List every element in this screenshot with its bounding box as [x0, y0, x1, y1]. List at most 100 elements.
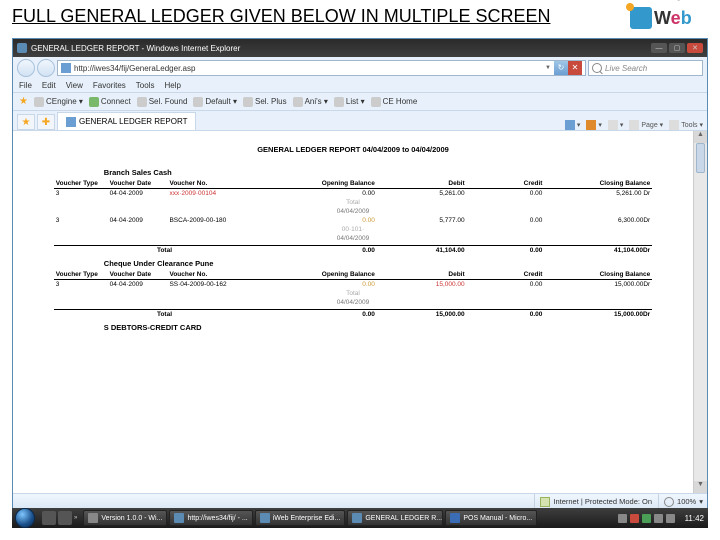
- tray-icon[interactable]: [666, 514, 675, 523]
- task-button[interactable]: http://iwes34/fij/ - ...: [169, 510, 252, 526]
- forward-button[interactable]: [37, 59, 55, 77]
- print-button[interactable]: ▾: [608, 120, 624, 130]
- task-button[interactable]: GENERAL LEDGER R...: [347, 510, 443, 526]
- start-button[interactable]: [15, 508, 35, 528]
- menu-file[interactable]: File: [19, 81, 32, 90]
- ie-icon: [174, 513, 184, 523]
- table-row: 304·04·2009BSCA-2009-00-180 0.005,777.00…: [54, 216, 652, 225]
- col-voucher-no: Voucher No.: [167, 270, 275, 280]
- menu-favorites[interactable]: Favorites: [93, 81, 126, 90]
- task-button[interactable]: Version 1.0.0 - Wi...: [83, 510, 167, 526]
- close-button[interactable]: ✕: [687, 43, 703, 53]
- logo-letter: e: [671, 8, 681, 28]
- window-titlebar[interactable]: GENERAL LEDGER REPORT - Windows Internet…: [13, 39, 707, 57]
- internet-zone-icon: [540, 497, 550, 507]
- brand-tagline: business in togetherness: [647, 0, 702, 2]
- col-debit: Debit: [377, 270, 467, 280]
- address-toolbar: http://iwes34/fij/GeneraLedger.asp ▼ ↻ ✕…: [13, 57, 707, 79]
- ledger-table: Voucher Type Voucher Date Voucher No. Op…: [54, 179, 652, 255]
- quick-launch: »: [38, 511, 81, 525]
- home-button[interactable]: ▾: [565, 120, 581, 130]
- quick-launch-item[interactable]: [42, 511, 56, 525]
- status-bar: Internet | Protected Mode: On 100%▾: [13, 493, 707, 509]
- link-icon: [334, 97, 344, 107]
- zoom-control[interactable]: 100%▾: [658, 494, 703, 509]
- quick-launch-item[interactable]: [58, 511, 72, 525]
- zoom-icon: [664, 497, 674, 507]
- go-refresh-button[interactable]: ↻: [554, 61, 568, 75]
- link-cehome[interactable]: CE Home: [371, 97, 418, 107]
- tab-active[interactable]: GENERAL LEDGER REPORT: [57, 112, 196, 130]
- link-icon: [34, 97, 44, 107]
- tray-icon[interactable]: [630, 514, 639, 523]
- menu-view[interactable]: View: [66, 81, 83, 90]
- tray-icon[interactable]: [618, 514, 627, 523]
- link-default[interactable]: Default ▾: [193, 97, 237, 107]
- feeds-button[interactable]: ▾: [586, 120, 602, 130]
- url-text: http://iwes34/fij/GeneraLedger.asp: [74, 64, 195, 73]
- gear-icon: [669, 120, 679, 130]
- browser-window: GENERAL LEDGER REPORT - Windows Internet…: [12, 38, 708, 510]
- menu-tools[interactable]: Tools: [136, 81, 155, 90]
- totals-row: Total 0.0015,000.000.0015,000.00Dr: [54, 310, 652, 320]
- favorites-star-icon[interactable]: ★: [19, 96, 28, 107]
- minimize-button[interactable]: —: [651, 43, 667, 53]
- window-title: GENERAL LEDGER REPORT - Windows Internet…: [31, 44, 240, 53]
- tools-menu[interactable]: Tools ▾: [669, 120, 703, 130]
- tray-icon[interactable]: [654, 514, 663, 523]
- task-button[interactable]: iWeb Enterprise Edi...: [255, 510, 346, 526]
- favorites-center-button[interactable]: ★: [17, 114, 35, 130]
- menu-help[interactable]: Help: [164, 81, 180, 90]
- app-icon: [88, 513, 98, 523]
- link-icon: [193, 97, 203, 107]
- link-list[interactable]: List ▾: [334, 97, 365, 107]
- url-dropdown-icon[interactable]: ▼: [542, 65, 554, 71]
- link-anis[interactable]: Ani's ▾: [293, 97, 328, 107]
- system-tray[interactable]: [612, 514, 681, 523]
- security-zone[interactable]: Internet | Protected Mode: On: [534, 494, 652, 509]
- page-menu[interactable]: Page ▾: [629, 120, 663, 130]
- col-closing: Closing Balance: [544, 270, 652, 280]
- add-favorite-button[interactable]: ✚: [37, 114, 55, 130]
- scroll-down-icon[interactable]: ▼: [694, 481, 707, 493]
- command-bar: ▾ ▾ ▾ Page ▾ Tools ▾: [565, 120, 703, 130]
- table-row: 304·04·2009SS·04-2009-00-162 0.0015,000.…: [54, 280, 652, 290]
- links-bar: ★ CEngine ▾ Connect Sel. Found Default ▾…: [13, 93, 707, 111]
- connect-icon: [89, 97, 99, 107]
- row-footnote: Total: [54, 198, 652, 207]
- slide-title: FULL GENERAL LEDGER GIVEN BELOW IN MULTI…: [0, 0, 720, 33]
- search-placeholder: Live Search: [605, 64, 647, 73]
- task-button[interactable]: POS Manual - Micro...: [445, 510, 537, 526]
- back-button[interactable]: [17, 59, 35, 77]
- scroll-up-icon[interactable]: ▲: [694, 131, 707, 143]
- address-bar[interactable]: http://iwes34/fij/GeneraLedger.asp ▼ ↻ ✕: [57, 60, 586, 76]
- search-field[interactable]: Live Search: [588, 60, 703, 76]
- windows-taskbar: » Version 1.0.0 - Wi... http://iwes34/fi…: [12, 508, 708, 528]
- window-favicon-icon: [17, 43, 27, 53]
- link-sel-found[interactable]: Sel. Found: [137, 97, 188, 107]
- link-icon: [371, 97, 381, 107]
- link-cengine[interactable]: CEngine ▾: [34, 97, 83, 107]
- menu-edit[interactable]: Edit: [42, 81, 56, 90]
- page-favicon-icon: [61, 63, 71, 73]
- section-header: S DEBTORS-CREDIT CARD: [54, 323, 652, 332]
- link-connect[interactable]: Connect: [89, 97, 131, 107]
- tray-icon[interactable]: [642, 514, 651, 523]
- taskbar-clock[interactable]: 11:42: [681, 514, 708, 523]
- maximize-button[interactable]: ▢: [669, 43, 685, 53]
- tab-bar: ★ ✚ GENERAL LEDGER REPORT ▾ ▾ ▾ Page ▾ T…: [13, 111, 707, 131]
- col-credit: Credit: [467, 270, 545, 280]
- table-row: 304·04·2009xxx·2009·00104 0.005,261.000.…: [54, 189, 652, 199]
- stop-button[interactable]: ✕: [568, 61, 582, 75]
- tab-label: GENERAL LEDGER REPORT: [79, 117, 187, 126]
- word-icon: [450, 513, 460, 523]
- scroll-thumb[interactable]: [696, 143, 705, 173]
- row-date: 04/04/2009: [54, 207, 652, 216]
- vertical-scrollbar[interactable]: ▲ ▼: [693, 131, 707, 493]
- col-opening: Opening Balance: [275, 270, 377, 280]
- home-icon: [565, 120, 575, 130]
- link-sel-plus[interactable]: Sel. Plus: [243, 97, 287, 107]
- section-header: Cheque Under Clearance Pune: [54, 259, 652, 268]
- menu-bar: File Edit View Favorites Tools Help: [13, 79, 707, 93]
- link-icon: [243, 97, 253, 107]
